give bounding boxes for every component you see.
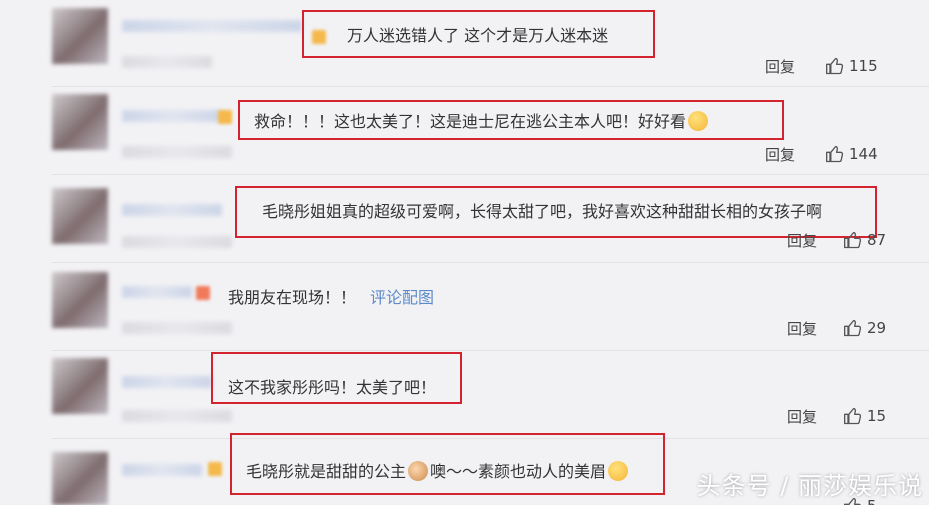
like-count: 29 [867, 319, 887, 337]
blurred-username [122, 110, 222, 122]
like-button[interactable]: 15 [843, 406, 886, 426]
divider [52, 174, 929, 175]
like-button[interactable]: 29 [843, 318, 886, 338]
highlight-box [302, 10, 655, 58]
blurred-meta [122, 146, 232, 158]
comment-item-4: 我朋友在现场！！ 评论配图 回复 29 [0, 264, 929, 352]
comment-actions: 回复 15 [787, 406, 905, 426]
highlight-box [230, 433, 665, 495]
comment-text: 我朋友在现场！！ 评论配图 [228, 288, 435, 307]
watermark: 头条号 / 丽莎娱乐说 [696, 472, 923, 500]
avatar[interactable] [52, 188, 108, 244]
comment-actions: 回复 87 [787, 230, 905, 250]
blurred-meta [122, 236, 232, 248]
avatar[interactable] [52, 8, 108, 64]
blurred-meta [122, 322, 232, 334]
comment-actions: 回复 115 [765, 56, 905, 76]
avatar[interactable] [52, 94, 108, 150]
highlight-box [235, 186, 877, 238]
like-count: 144 [849, 145, 878, 163]
divider [52, 86, 929, 87]
highlight-box [238, 100, 784, 140]
like-count: 115 [849, 57, 878, 75]
comment-item-2: 救命！！！这也太美了！这是迪士尼在逃公主本人吧！好好看 回复 144 [0, 88, 929, 176]
comment-item-3: 毛晓彤姐姐真的超级可爱啊，长得太甜了吧，我好喜欢这种甜甜长相的女孩子啊 回复 8… [0, 176, 929, 264]
blurred-meta [122, 410, 232, 422]
highlight-box [211, 352, 462, 404]
thumbs-up-icon [826, 145, 844, 163]
like-button[interactable]: 144 [825, 144, 878, 164]
thumbs-up-icon [844, 407, 862, 425]
thumbs-up-icon [844, 231, 862, 249]
divider [52, 350, 929, 351]
blurred-meta [122, 56, 212, 68]
avatar[interactable] [52, 452, 108, 505]
user-badge-icon [208, 462, 222, 476]
thumbs-up-icon [844, 319, 862, 337]
reply-button[interactable]: 回复 [787, 318, 817, 339]
comment-item-1: 万人迷选错人了 这个才是万人迷本迷 回复 115 [0, 0, 929, 88]
blurred-username [122, 464, 202, 476]
blurred-username [122, 376, 212, 388]
divider [52, 262, 929, 263]
reply-button[interactable]: 回复 [765, 56, 795, 77]
avatar[interactable] [52, 358, 108, 414]
comment-actions: 回复 29 [787, 318, 905, 338]
blurred-username [122, 204, 222, 216]
user-badge-icon [218, 110, 232, 124]
like-button[interactable]: 115 [825, 56, 878, 76]
like-button[interactable]: 87 [843, 230, 886, 250]
blurred-username [122, 20, 302, 32]
comment-image-link[interactable]: 评论配图 [370, 288, 434, 307]
reply-button[interactable]: 回复 [787, 230, 817, 251]
blurred-username [122, 286, 192, 298]
reply-button[interactable]: 回复 [787, 406, 817, 427]
thumbs-up-icon [826, 57, 844, 75]
like-count: 87 [867, 231, 887, 249]
like-count: 15 [867, 407, 887, 425]
comment-item-5: 这不我家彤彤吗！太美了吧！ 回复 15 [0, 352, 929, 440]
comment-actions: 回复 144 [765, 144, 905, 164]
user-badge-icon [196, 286, 210, 300]
avatar[interactable] [52, 272, 108, 328]
reply-button[interactable]: 回复 [765, 144, 795, 165]
